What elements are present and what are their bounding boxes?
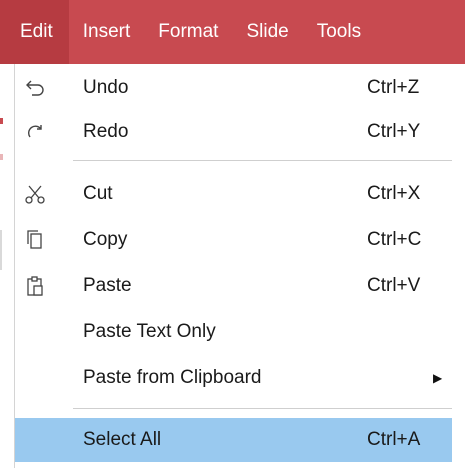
menu-insert[interactable]: Insert [69, 0, 145, 64]
menu-item-shortcut: Ctrl+Y [367, 121, 421, 142]
redo-icon [21, 118, 49, 146]
menu-edit-label: Edit [20, 21, 53, 42]
menu-format-label: Format [158, 21, 219, 42]
menu-item-label: Paste [83, 275, 132, 296]
menu-item-redo[interactable]: Redo Ctrl+Y [15, 110, 452, 154]
background-mark [0, 118, 3, 124]
menu-tools[interactable]: Tools [303, 0, 375, 64]
menu-slide[interactable]: Slide [232, 0, 302, 64]
menu-item-undo[interactable]: Undo Ctrl+Z [15, 66, 452, 110]
menu-insert-label: Insert [82, 21, 131, 42]
menu-item-select-all[interactable]: Select All Ctrl+A [15, 418, 452, 462]
menu-separator [73, 408, 452, 409]
menu-item-label: Select All [83, 429, 162, 450]
menu-item-paste-text-only[interactable]: Paste Text Only [15, 310, 452, 354]
menubar: Edit Insert Format Slide Tools [0, 0, 465, 64]
submenu-arrow-icon: ▶ [433, 371, 443, 385]
menu-tools-label: Tools [316, 21, 362, 42]
background-mark [0, 154, 3, 160]
menu-item-shortcut: Ctrl+X [367, 183, 421, 204]
undo-icon [21, 74, 49, 102]
menu-item-shortcut: Ctrl+V [367, 275, 421, 296]
menu-item-label: Paste Text Only [83, 321, 216, 342]
menu-item-label: Undo [83, 77, 129, 98]
menu-item-shortcut: Ctrl+A [367, 429, 421, 450]
menu-item-cut[interactable]: Cut Ctrl+X [15, 172, 452, 216]
menu-item-paste[interactable]: Paste Ctrl+V [15, 264, 452, 308]
copy-icon [21, 226, 49, 254]
menu-item-shortcut: Ctrl+Z [367, 77, 420, 98]
menu-item-copy[interactable]: Copy Ctrl+C [15, 218, 452, 262]
menu-item-label: Copy [83, 229, 128, 250]
menu-item-paste-from-clipboard[interactable]: Paste from Clipboard ▶ [15, 356, 452, 400]
edit-dropdown-menu: Undo Ctrl+Z Redo Ctrl+Y Cut Ctrl+X Copy … [14, 64, 465, 468]
scissors-icon [21, 180, 49, 208]
menu-separator [73, 160, 452, 161]
menu-item-label: Paste from Clipboard [83, 367, 262, 388]
menu-slide-label: Slide [246, 21, 289, 42]
menu-edit[interactable]: Edit [0, 0, 69, 64]
background-mark [0, 230, 2, 270]
paste-icon [21, 272, 49, 300]
menu-item-label: Redo [83, 121, 129, 142]
menu-format[interactable]: Format [144, 0, 232, 64]
menu-item-label: Cut [83, 183, 113, 204]
menu-item-shortcut: Ctrl+C [367, 229, 422, 250]
